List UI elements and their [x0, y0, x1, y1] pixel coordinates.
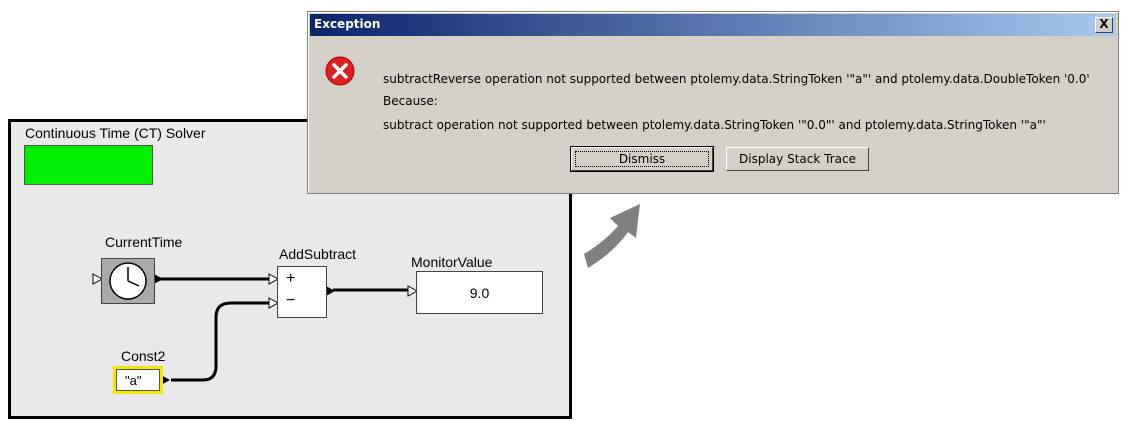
message-line-2: Because: — [383, 94, 438, 108]
monitor-value-actor[interactable]: 9.0 — [416, 271, 543, 314]
minus-sign: − — [286, 292, 296, 309]
plus-sign: + — [286, 270, 296, 287]
add-subtract-label: AddSubtract — [279, 246, 357, 262]
curved-arrow-icon — [584, 204, 640, 268]
wire-const-to-minus — [171, 301, 269, 382]
clock-output-port — [154, 274, 163, 284]
error-icon — [325, 56, 355, 86]
display-stack-trace-label: Display Stack Trace — [739, 152, 856, 166]
current-time-actor[interactable] — [101, 258, 155, 304]
close-button[interactable]: X — [1095, 17, 1113, 33]
monitor-value-label: MonitorValue — [411, 254, 493, 270]
message-line-3: subtract operation not supported between… — [383, 118, 1046, 132]
const2-actor[interactable]: "a" — [113, 366, 163, 394]
display-stack-trace-button[interactable]: Display Stack Trace — [726, 147, 869, 171]
const2-value: "a" — [125, 373, 142, 388]
message-line-1: subtractReverse operation not supported … — [383, 72, 1090, 86]
monitor-value-display: 9.0 — [469, 284, 490, 301]
dismiss-button[interactable]: Dismiss — [570, 146, 714, 172]
dialog-title: Exception — [314, 17, 381, 31]
current-time-label: CurrentTime — [105, 234, 183, 250]
clock-icon — [109, 262, 147, 300]
const2-label: Const2 — [121, 348, 166, 364]
exception-dialog: Exception X subtractReverse operation no… — [307, 11, 1119, 194]
focus-ring — [575, 151, 709, 167]
dialog-title-bar[interactable]: Exception X — [310, 14, 1116, 36]
adder-output-port — [326, 286, 335, 296]
add-subtract-actor[interactable]: + − — [277, 266, 327, 318]
